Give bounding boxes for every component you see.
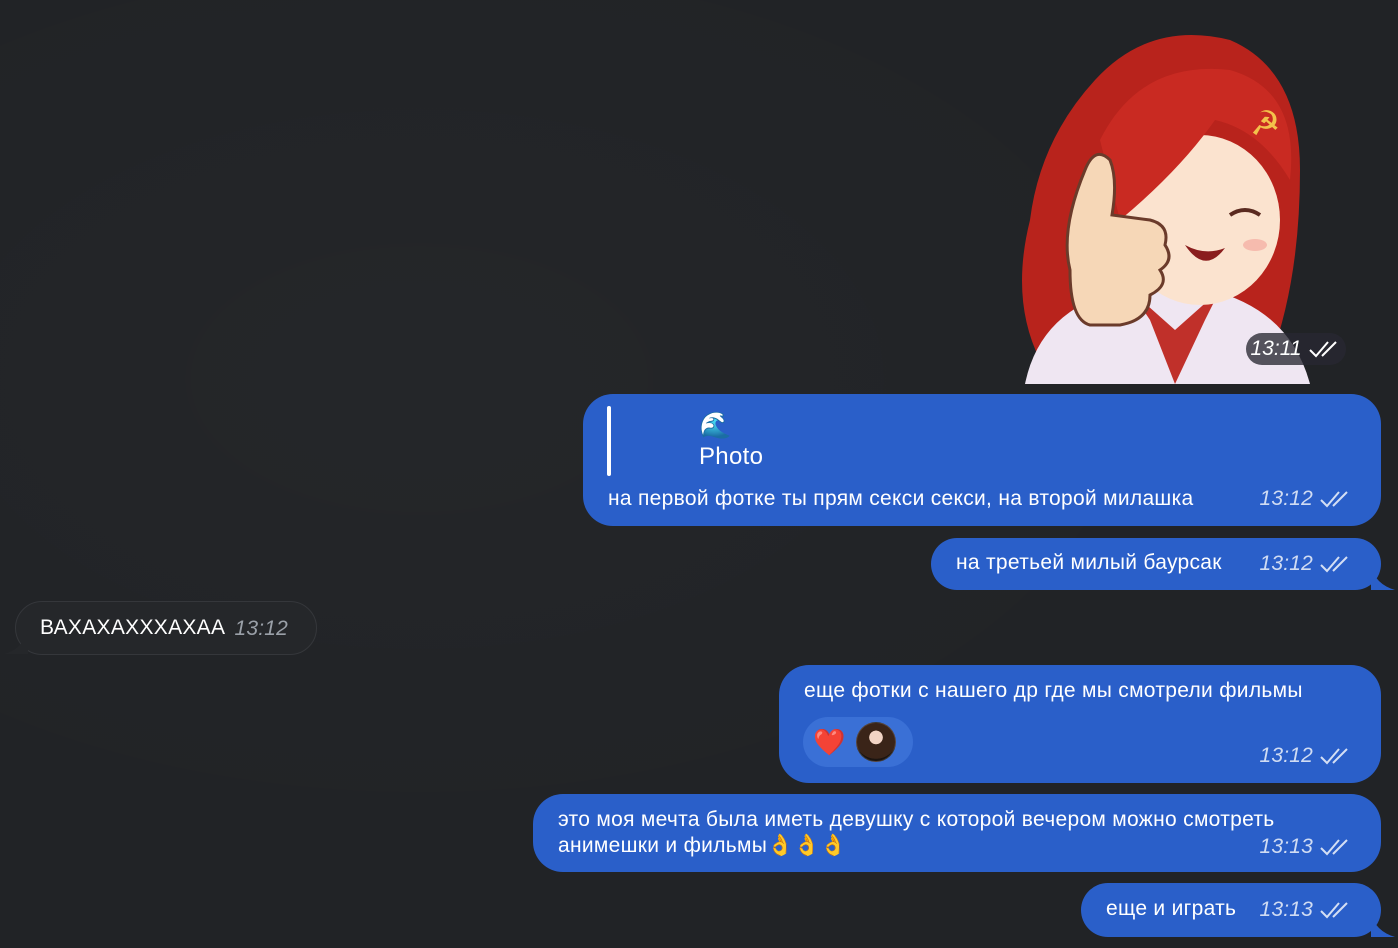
- anime-girl-sticker[interactable]: ☭: [1000, 20, 1320, 384]
- bubble-tail: [1371, 913, 1395, 937]
- outgoing-message[interactable]: на третьей милый баурсак 13:12: [931, 538, 1395, 590]
- message-time: 13:13: [1259, 835, 1313, 858]
- double-check-icon: [1320, 748, 1348, 765]
- incoming-message[interactable]: ВАХАХАХХХАХАА 13:12: [4, 601, 317, 655]
- message-time: 13:12: [1259, 552, 1313, 575]
- reply-quote-bar: [607, 406, 611, 476]
- message-text: ВАХАХАХХХАХАА: [40, 616, 226, 639]
- double-check-icon: [1320, 902, 1348, 919]
- outgoing-message-reply[interactable]: 🌊 Photo на первой фотке ты прям секси се…: [583, 394, 1381, 526]
- reactor-avatar[interactable]: [855, 722, 896, 762]
- svg-text:☭: ☭: [1250, 105, 1280, 143]
- message-time: 13:12: [1259, 744, 1313, 767]
- chat-area: ☭ 13:11 🌊 Photo на первой фотке ты прям …: [0, 0, 1398, 948]
- message-text-line: анимешки и фильмы👌👌👌: [558, 834, 847, 857]
- heart-reaction-icon: ❤️: [813, 727, 846, 757]
- message-time: 13:12: [234, 617, 288, 640]
- message-text-line: это моя мечта была иметь девушку с котор…: [558, 808, 1275, 831]
- double-check-icon: [1320, 556, 1348, 573]
- outgoing-message[interactable]: еще и играть 13:13: [1081, 883, 1395, 937]
- sticker-time-badge: 13:11: [1246, 333, 1346, 365]
- message-text: еще и играть: [1106, 897, 1237, 920]
- double-check-icon: [1320, 491, 1348, 508]
- reply-preview[interactable]: 🌊 Photo: [699, 410, 763, 474]
- sticker-time: 13:11: [1250, 337, 1302, 360]
- outgoing-message-with-reaction[interactable]: еще фотки с нашего др где мы смотрели фи…: [779, 665, 1381, 783]
- double-check-icon: [1308, 341, 1337, 358]
- message-text: на третьей милый баурсак: [956, 551, 1222, 574]
- reply-label: Photo: [699, 443, 764, 470]
- message-time: 13:12: [1259, 487, 1313, 510]
- message-text: на первой фотке ты прям секси секси, на …: [608, 487, 1194, 510]
- outgoing-message[interactable]: это моя мечта была иметь девушку с котор…: [533, 794, 1381, 872]
- double-check-icon: [1320, 839, 1348, 856]
- bubble-tail: [1371, 566, 1395, 590]
- message-time: 13:13: [1259, 898, 1313, 921]
- wave-emoji-icon: 🌊: [699, 410, 732, 440]
- message-text: еще фотки с нашего др где мы смотрели фи…: [804, 679, 1303, 702]
- reaction-chip[interactable]: ❤️: [803, 717, 913, 767]
- bubble-tail: [4, 630, 28, 654]
